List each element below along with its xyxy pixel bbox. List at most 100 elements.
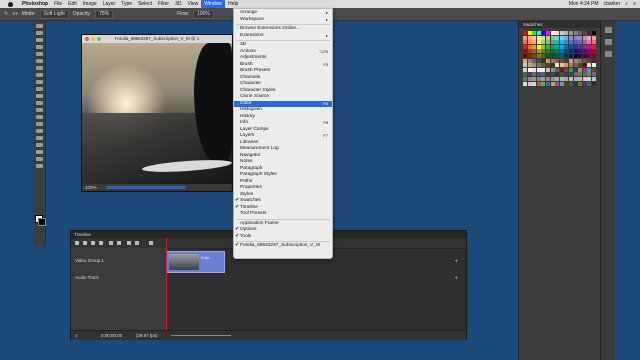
color-swatch[interactable] bbox=[582, 35, 587, 40]
color-swatch[interactable] bbox=[523, 31, 527, 35]
menu-item-libraries[interactable]: Libraries bbox=[234, 140, 332, 146]
menu-item-info[interactable]: Info F8 bbox=[234, 120, 332, 126]
color-panel-icon[interactable] bbox=[604, 27, 612, 33]
user-name[interactable]: cbarker bbox=[604, 1, 621, 7]
menu-window[interactable]: Window bbox=[201, 0, 226, 8]
color-swatch[interactable] bbox=[532, 81, 537, 86]
color-swatch[interactable] bbox=[564, 58, 569, 63]
color-swatch[interactable] bbox=[545, 44, 550, 49]
timeline-menu-icon[interactable]: ≡ bbox=[75, 331, 78, 340]
extras-tool-icon[interactable] bbox=[35, 164, 43, 168]
color-swatch[interactable] bbox=[573, 44, 578, 49]
menu-item-tool-presets[interactable]: Tool Presets bbox=[234, 211, 332, 217]
color-swatch[interactable] bbox=[564, 67, 569, 72]
color-swatch[interactable] bbox=[550, 31, 555, 35]
color-swatch[interactable] bbox=[564, 44, 569, 49]
color-swatch[interactable] bbox=[536, 49, 541, 54]
color-swatch[interactable] bbox=[545, 35, 550, 40]
color-swatch[interactable] bbox=[591, 53, 596, 58]
color-swatch[interactable] bbox=[536, 72, 541, 77]
color-swatch[interactable] bbox=[582, 58, 587, 63]
color-swatch[interactable] bbox=[568, 58, 573, 63]
color-swatch[interactable] bbox=[578, 58, 583, 63]
color-swatch[interactable] bbox=[541, 81, 546, 86]
menu-item-channels[interactable]: Channels bbox=[234, 75, 332, 81]
color-swatch[interactable] bbox=[527, 49, 532, 54]
zoom-level[interactable]: 100% bbox=[85, 185, 97, 190]
video-clip[interactable]: Foto... bbox=[166, 251, 225, 273]
next-frame-icon[interactable] bbox=[99, 241, 103, 245]
color-swatch[interactable] bbox=[527, 63, 532, 68]
color-swatch[interactable] bbox=[532, 58, 537, 63]
color-swatch[interactable] bbox=[573, 35, 578, 40]
color-swatch[interactable] bbox=[527, 44, 532, 49]
color-swatch[interactable] bbox=[591, 40, 596, 45]
menu-item-histogram[interactable]: Histogram bbox=[234, 107, 332, 113]
lasso-tool-icon[interactable] bbox=[35, 38, 43, 42]
color-swatch[interactable] bbox=[568, 67, 573, 72]
playhead[interactable] bbox=[166, 238, 167, 330]
color-swatch[interactable] bbox=[582, 49, 587, 54]
mode-select[interactable]: Soft Light bbox=[39, 9, 69, 19]
menu-item-paths[interactable]: Paths bbox=[234, 179, 332, 185]
color-swatch[interactable] bbox=[532, 44, 537, 49]
color-swatch[interactable] bbox=[536, 63, 541, 68]
document-title-bar[interactable]: Fotolia_69563297_Subscription_V_M @ 1 bbox=[82, 35, 232, 43]
color-swatch[interactable] bbox=[550, 53, 555, 58]
zoom-tool-icon[interactable] bbox=[35, 157, 43, 161]
color-swatch[interactable] bbox=[568, 44, 573, 49]
color-swatch[interactable] bbox=[591, 72, 596, 77]
color-swatch[interactable] bbox=[523, 35, 527, 40]
color-swatch[interactable] bbox=[564, 63, 569, 68]
menu-item-navigator[interactable]: Navigator bbox=[234, 153, 332, 159]
menu-item-brush[interactable]: Brush F5 bbox=[234, 62, 332, 68]
color-swatch[interactable] bbox=[578, 35, 583, 40]
color-swatch[interactable] bbox=[550, 63, 555, 68]
color-swatch[interactable] bbox=[559, 67, 564, 72]
color-swatch[interactable] bbox=[523, 72, 527, 77]
color-swatch[interactable] bbox=[573, 76, 578, 81]
color-swatch[interactable] bbox=[523, 58, 527, 63]
color-swatch[interactable] bbox=[578, 72, 583, 77]
color-swatch[interactable] bbox=[555, 67, 560, 72]
color-swatch[interactable] bbox=[587, 81, 592, 86]
color-swatch[interactable] bbox=[573, 63, 578, 68]
color-swatch[interactable] bbox=[591, 76, 596, 81]
opacity-field[interactable]: 75% bbox=[95, 9, 114, 19]
color-swatch[interactable] bbox=[541, 44, 546, 49]
menu-item-timeline[interactable]: Timeline ✔ bbox=[234, 205, 332, 211]
clone-tool-icon[interactable] bbox=[35, 80, 43, 84]
color-swatch[interactable] bbox=[587, 76, 592, 81]
adjustments-panel-icon[interactable] bbox=[604, 39, 612, 45]
color-swatch[interactable] bbox=[550, 40, 555, 45]
color-swatch[interactable] bbox=[573, 53, 578, 58]
crop-tool-icon[interactable] bbox=[35, 52, 43, 56]
color-swatch[interactable] bbox=[550, 35, 555, 40]
color-swatch[interactable] bbox=[564, 49, 569, 54]
color-swatch[interactable] bbox=[578, 31, 583, 35]
color-swatch[interactable] bbox=[555, 35, 560, 40]
menu-select[interactable]: Select bbox=[135, 0, 155, 8]
color-swatch[interactable] bbox=[578, 49, 583, 54]
menu-view[interactable]: View bbox=[185, 0, 202, 8]
color-swatch[interactable] bbox=[564, 53, 569, 58]
menu-item-options[interactable]: Options ✔ bbox=[234, 227, 332, 233]
color-swatch[interactable] bbox=[555, 44, 560, 49]
menu-item-workspace[interactable]: Workspace ▸ bbox=[234, 17, 332, 23]
gradient-tool-icon[interactable] bbox=[35, 101, 43, 105]
color-swatch[interactable] bbox=[523, 81, 527, 86]
menu-item-arrange[interactable]: Arrange ▸ bbox=[234, 10, 332, 16]
spotlight-icon[interactable]: ⌕ bbox=[625, 1, 628, 7]
color-swatch[interactable] bbox=[573, 67, 578, 72]
menu-item-history[interactable]: History bbox=[234, 114, 332, 120]
color-swatch[interactable] bbox=[559, 40, 564, 45]
color-swatch[interactable] bbox=[573, 49, 578, 54]
color-swatch[interactable] bbox=[578, 81, 583, 86]
color-swatch[interactable] bbox=[545, 53, 550, 58]
color-swatch[interactable] bbox=[591, 35, 596, 40]
color-swatch[interactable] bbox=[527, 40, 532, 45]
color-swatch[interactable] bbox=[587, 67, 592, 72]
menu-edit[interactable]: Edit bbox=[65, 0, 80, 8]
menu-item-paragraph-styles[interactable]: Paragraph Styles bbox=[234, 172, 332, 178]
color-swatch[interactable] bbox=[591, 31, 596, 35]
